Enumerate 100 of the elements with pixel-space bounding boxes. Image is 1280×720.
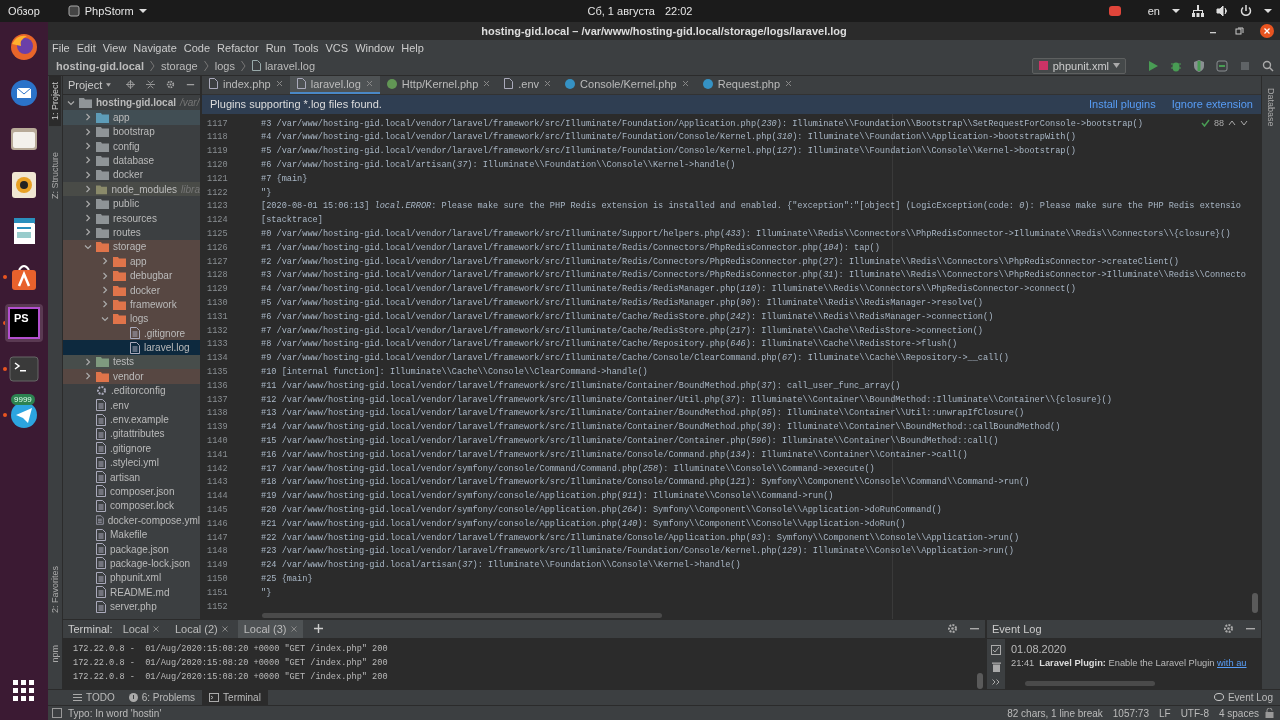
tree-item[interactable]: public (63, 196, 200, 211)
close-icon[interactable] (365, 80, 373, 88)
volume-icon[interactable] (1216, 5, 1228, 17)
tree-item[interactable]: .env (63, 397, 200, 413)
session-tab[interactable]: Local (3) (237, 619, 303, 638)
tool-window-tab[interactable]: Z: Structure (49, 145, 61, 205)
tree-item[interactable]: phpunit.xml (63, 570, 200, 585)
menu-item[interactable]: Tools (292, 42, 319, 55)
breadcrumb[interactable]: hosting-gid.local (56, 59, 144, 72)
tool-window-tab[interactable]: 6: Problems (121, 689, 203, 706)
menu-item[interactable]: Navigate (133, 42, 177, 55)
chevron-down-icon[interactable] (1240, 119, 1248, 126)
tree-item[interactable]: artisan (63, 469, 200, 485)
settings-icon[interactable] (947, 623, 958, 635)
tree-item[interactable]: .gitignore (63, 441, 200, 456)
network-icon[interactable] (1192, 5, 1204, 17)
chevron-icon[interactable] (84, 357, 92, 366)
tree-item[interactable]: database (63, 153, 200, 168)
menu-item[interactable]: Run (265, 42, 286, 55)
chevron-icon[interactable] (84, 242, 92, 251)
tree-item[interactable]: app (63, 110, 200, 125)
double-chevron-icon[interactable] (992, 678, 1000, 685)
date-label[interactable]: Сб, 1 августа (587, 5, 655, 17)
menu-item[interactable]: Window (355, 42, 395, 55)
tool-window-tab[interactable]: Terminal (202, 689, 268, 706)
tree-item[interactable]: README.md (63, 585, 200, 600)
banner-link[interactable]: Ignore extension (1171, 98, 1253, 111)
tree-item[interactable]: composer.json (63, 484, 200, 499)
shield-icon[interactable] (1193, 59, 1205, 72)
close-icon[interactable] (290, 625, 297, 632)
tree-item[interactable]: .editorconfig (63, 383, 200, 398)
menu-item[interactable]: View (102, 42, 127, 55)
close-icon[interactable] (681, 80, 689, 88)
chevron-icon[interactable] (101, 314, 109, 323)
editor-tab[interactable]: Request.php (695, 75, 800, 94)
status-item[interactable]: 82 chars, 1 line break (1007, 707, 1103, 719)
close-icon[interactable] (221, 625, 228, 632)
tree-item[interactable]: docker (63, 167, 200, 183)
run-configuration-dropdown[interactable]: phpunit.xml (1031, 57, 1126, 74)
tree-item[interactable]: docker-compose.yml (63, 513, 200, 528)
session-tab[interactable]: Local (116, 619, 165, 638)
tool-window-tab[interactable]: 1: Project (49, 75, 61, 126)
tree-item[interactable]: .gitattributes (63, 426, 200, 442)
app-menu[interactable]: PhpStorm (67, 5, 147, 17)
editor-tab[interactable]: .env (497, 75, 559, 94)
status-item[interactable]: LF (1158, 707, 1171, 719)
settings-icon[interactable] (166, 79, 176, 91)
play-icon[interactable] (1147, 59, 1159, 72)
menu-item[interactable]: Edit (76, 42, 96, 55)
editor-tab[interactable]: Http/Kernel.php (379, 75, 498, 94)
status-item[interactable]: UTF-8 (1180, 707, 1209, 719)
tree-item[interactable]: laravel.log (63, 340, 200, 355)
chevron-icon[interactable] (84, 199, 92, 208)
tree-item[interactable]: package.json (63, 541, 200, 557)
tree-item[interactable]: composer.lock (63, 498, 200, 514)
panel-toggle-icon[interactable] (52, 708, 62, 719)
tree-item[interactable]: routes (63, 225, 200, 240)
apps-grid-icon[interactable] (13, 680, 35, 702)
chevron-icon[interactable] (101, 257, 109, 266)
chevron-icon[interactable] (84, 170, 92, 179)
menu-item[interactable]: File (52, 42, 70, 55)
breadcrumb[interactable]: laravel.log (264, 59, 316, 72)
horizontal-scrollbar[interactable] (1025, 680, 1155, 686)
settings-icon[interactable] (1223, 623, 1234, 635)
close-icon[interactable] (483, 80, 491, 88)
close-icon[interactable] (275, 80, 283, 88)
tool-window-tab[interactable]: 2: Favorites (49, 560, 61, 620)
menu-item[interactable]: Refactor (217, 42, 259, 55)
lock-icon[interactable] (1265, 708, 1274, 719)
breadcrumb[interactable]: logs (214, 59, 235, 72)
collapse-icon[interactable] (146, 79, 156, 91)
plus-icon[interactable] (313, 624, 323, 634)
vertical-scrollbar[interactable] (1252, 592, 1258, 613)
power-icon[interactable] (1240, 5, 1252, 17)
profiler-icon[interactable] (1216, 59, 1228, 72)
chevron-up-icon[interactable] (1228, 119, 1236, 126)
tool-window-tab[interactable]: Event Log (1206, 689, 1280, 706)
tool-window-tab[interactable]: Database (1265, 81, 1277, 133)
close-icon[interactable] (544, 80, 552, 88)
status-item[interactable]: 4 spaces (1218, 707, 1259, 719)
search-icon[interactable] (1262, 59, 1274, 72)
menu-item[interactable]: Code (183, 42, 211, 55)
tree-item[interactable]: server.php (63, 599, 200, 614)
tree-item[interactable]: config (63, 138, 200, 154)
dock-item[interactable]: 9999 (5, 396, 43, 434)
chevron-icon[interactable] (84, 228, 92, 237)
tree-item[interactable]: bootstrap (63, 124, 200, 139)
status-item[interactable]: 1057:73 (1112, 707, 1149, 719)
chevron-icon[interactable] (84, 127, 92, 136)
chevron-icon[interactable] (101, 286, 109, 294)
chevron-icon[interactable] (84, 142, 92, 151)
chevron-icon[interactable] (84, 372, 92, 381)
chevron-icon[interactable] (84, 113, 92, 122)
close-icon[interactable] (152, 625, 159, 632)
chevron-icon[interactable] (67, 98, 75, 107)
tree-item[interactable]: .styleci.yml (63, 455, 200, 470)
tree-item[interactable]: resources (63, 210, 200, 226)
checkbox-icon[interactable] (991, 644, 1001, 655)
session-tab[interactable]: Local (2) (168, 619, 234, 638)
banner-link[interactable]: Install plugins (1089, 98, 1156, 111)
